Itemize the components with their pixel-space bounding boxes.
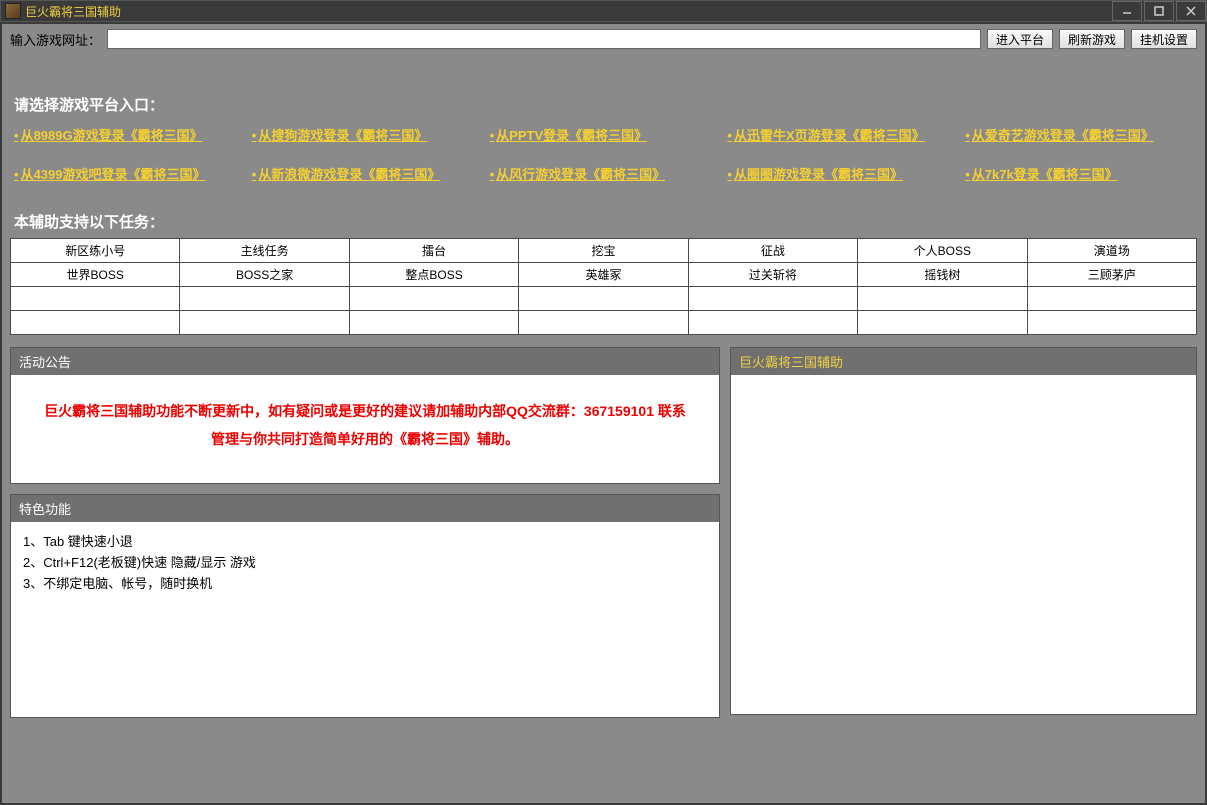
app-window: 巨火霸将三国辅助 输入游戏网址： 进入平台 刷新游戏 挂机设置 请选择游戏平台入… (0, 0, 1207, 805)
feature-item: 3、不绑定电脑、帐号，随时换机 (23, 574, 707, 595)
url-bar: 输入游戏网址： 进入平台 刷新游戏 挂机设置 (2, 24, 1205, 54)
close-button[interactable] (1176, 1, 1206, 21)
right-panel: 巨火霸将三国辅助 (730, 347, 1197, 715)
task-cell[interactable]: 新区练小号 (11, 239, 180, 263)
task-cell[interactable] (519, 287, 688, 311)
task-cell[interactable] (688, 287, 857, 311)
platform-link[interactable]: 从搜狗游戏登录《霸将三国》 (252, 125, 480, 144)
platform-links: 从8989G游戏登录《霸将三国》 从搜狗游戏登录《霸将三国》 从PPTV登录《霸… (14, 125, 1193, 183)
task-cell[interactable] (519, 311, 688, 335)
platform-link[interactable]: 从7k7k登录《霸将三国》 (965, 164, 1193, 183)
announce-line: 巨火霸将三国辅助功能不断更新中，如有疑问或是更好的建议请加辅助内部QQ交流群：3… (25, 397, 705, 425)
task-cell[interactable] (180, 287, 349, 311)
task-cell[interactable]: 主线任务 (180, 239, 349, 263)
features-body: 1、Tab 键快速小退 2、Ctrl+F12(老板键)快速 隐藏/显示 游戏 3… (11, 522, 719, 717)
refresh-game-button[interactable]: 刷新游戏 (1059, 29, 1125, 49)
task-cell[interactable]: 过关斩将 (688, 263, 857, 287)
task-cell[interactable] (1027, 287, 1196, 311)
task-cell[interactable]: BOSS之家 (180, 263, 349, 287)
announce-panel: 活动公告 巨火霸将三国辅助功能不断更新中，如有疑问或是更好的建议请加辅助内部QQ… (10, 347, 720, 484)
table-row: 世界BOSS BOSS之家 整点BOSS 英雄冢 过关斩将 摇钱树 三顾茅庐 (11, 263, 1197, 287)
announce-body: 巨火霸将三国辅助功能不断更新中，如有疑问或是更好的建议请加辅助内部QQ交流群：3… (11, 375, 719, 483)
task-cell[interactable] (858, 287, 1027, 311)
hangup-settings-button[interactable]: 挂机设置 (1131, 29, 1197, 49)
feature-item: 1、Tab 键快速小退 (23, 532, 707, 553)
task-cell[interactable]: 演道场 (1027, 239, 1196, 263)
window-title: 巨火霸将三国辅助 (25, 3, 121, 20)
platform-header: 请选择游戏平台入口： (14, 94, 1197, 115)
task-cell[interactable]: 个人BOSS (858, 239, 1027, 263)
task-cell[interactable]: 三顾茅庐 (1027, 263, 1196, 287)
minimize-button[interactable] (1112, 1, 1142, 21)
titlebar[interactable]: 巨火霸将三国辅助 (0, 0, 1207, 22)
task-cell[interactable]: 摇钱树 (858, 263, 1027, 287)
tasks-header: 本辅助支持以下任务： (14, 211, 1197, 232)
platform-link[interactable]: 从风行游戏登录《霸将三国》 (490, 164, 718, 183)
task-cell[interactable]: 挖宝 (519, 239, 688, 263)
feature-item: 2、Ctrl+F12(老板键)快速 隐藏/显示 游戏 (23, 553, 707, 574)
task-cell[interactable] (180, 311, 349, 335)
platform-link[interactable]: 从圈圈游戏登录《霸将三国》 (727, 164, 955, 183)
task-cell[interactable] (11, 287, 180, 311)
right-panel-title: 巨火霸将三国辅助 (731, 348, 1196, 375)
table-row: 新区练小号 主线任务 擂台 挖宝 征战 个人BOSS 演道场 (11, 239, 1197, 263)
task-cell[interactable] (349, 287, 518, 311)
features-title: 特色功能 (11, 495, 719, 522)
platform-link[interactable]: 从新浪微游戏登录《霸将三国》 (252, 164, 480, 183)
task-cell[interactable]: 英雄冢 (519, 263, 688, 287)
enter-platform-button[interactable]: 进入平台 (987, 29, 1053, 49)
announce-title: 活动公告 (11, 348, 719, 375)
main-frame: 输入游戏网址： 进入平台 刷新游戏 挂机设置 请选择游戏平台入口： 从8989G… (0, 22, 1207, 805)
task-cell[interactable]: 征战 (688, 239, 857, 263)
task-cell[interactable]: 世界BOSS (11, 263, 180, 287)
table-row (11, 287, 1197, 311)
url-input[interactable] (107, 29, 981, 49)
platform-link[interactable]: 从PPTV登录《霸将三国》 (490, 125, 718, 144)
platform-link[interactable]: 从8989G游戏登录《霸将三国》 (14, 125, 242, 144)
maximize-button[interactable] (1144, 1, 1174, 21)
url-label: 输入游戏网址： (10, 30, 101, 49)
platform-link[interactable]: 从爱奇艺游戏登录《霸将三国》 (965, 125, 1193, 144)
table-row (11, 311, 1197, 335)
task-cell[interactable] (688, 311, 857, 335)
app-icon (5, 3, 21, 19)
features-panel: 特色功能 1、Tab 键快速小退 2、Ctrl+F12(老板键)快速 隐藏/显示… (10, 494, 720, 718)
task-cell[interactable]: 擂台 (349, 239, 518, 263)
tasks-table: 新区练小号 主线任务 擂台 挖宝 征战 个人BOSS 演道场 世界BOSS BO… (10, 238, 1197, 335)
announce-line: 管理与你共同打造简单好用的《霸将三国》辅助。 (25, 425, 705, 453)
task-cell[interactable] (11, 311, 180, 335)
task-cell[interactable] (349, 311, 518, 335)
platform-link[interactable]: 从4399游戏吧登录《霸将三国》 (14, 164, 242, 183)
task-cell[interactable] (1027, 311, 1196, 335)
platform-link[interactable]: 从迅雷牛X页游登录《霸将三国》 (727, 125, 955, 144)
task-cell[interactable]: 整点BOSS (349, 263, 518, 287)
task-cell[interactable] (858, 311, 1027, 335)
